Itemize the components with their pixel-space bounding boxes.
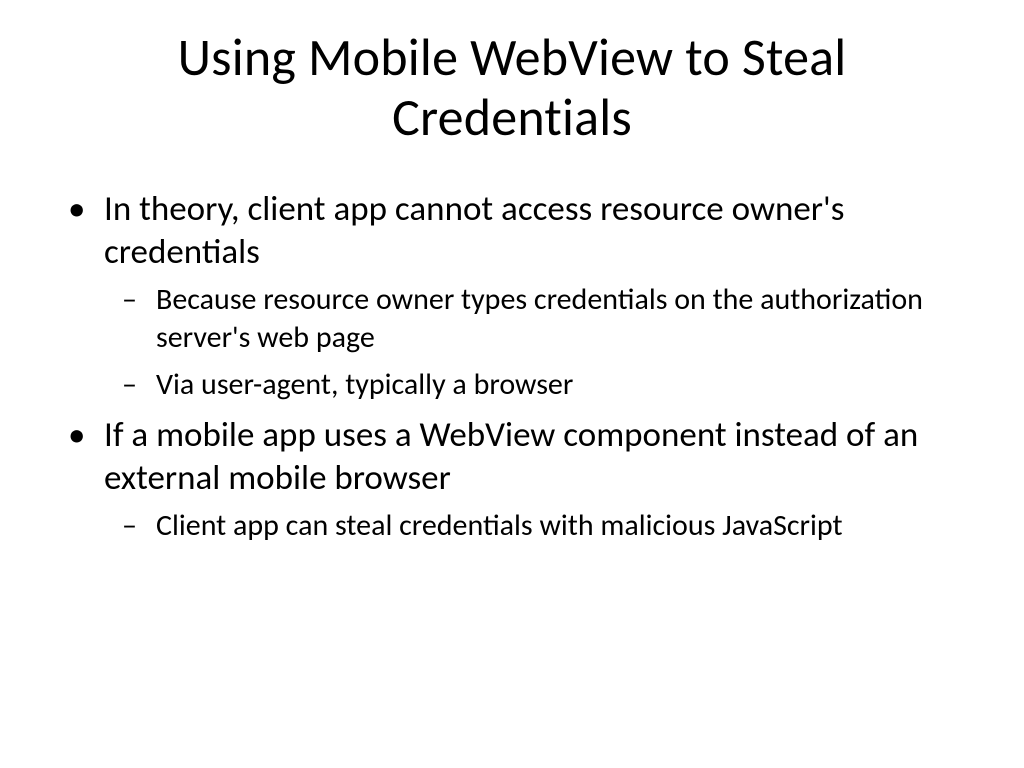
- sub-bullet-list: Because resource owner types credentials…: [104, 281, 964, 404]
- bullet-text: In theory, client app cannot access reso…: [104, 188, 844, 274]
- bullet-text: If a mobile app uses a WebView component…: [104, 414, 918, 500]
- sub-bullet-list: Client app can steal credentials with ma…: [104, 507, 964, 545]
- bullet-item: In theory, client app cannot access reso…: [96, 188, 964, 404]
- slide-title: Using Mobile WebView to Steal Credential…: [60, 28, 964, 148]
- sub-bullet-item: Because resource owner types credentials…: [152, 281, 964, 356]
- bullet-item: If a mobile app uses a WebView component…: [96, 414, 964, 545]
- sub-bullet-item: Client app can steal credentials with ma…: [152, 507, 964, 545]
- sub-bullet-text: Because resource owner types credentials…: [156, 281, 923, 356]
- slide: Using Mobile WebView to Steal Credential…: [0, 0, 1024, 768]
- sub-bullet-text: Client app can steal credentials with ma…: [156, 507, 843, 544]
- bullet-list: In theory, client app cannot access reso…: [60, 188, 964, 545]
- sub-bullet-item: Via user-agent, typically a browser: [152, 366, 964, 404]
- sub-bullet-text: Via user-agent, typically a browser: [156, 366, 573, 403]
